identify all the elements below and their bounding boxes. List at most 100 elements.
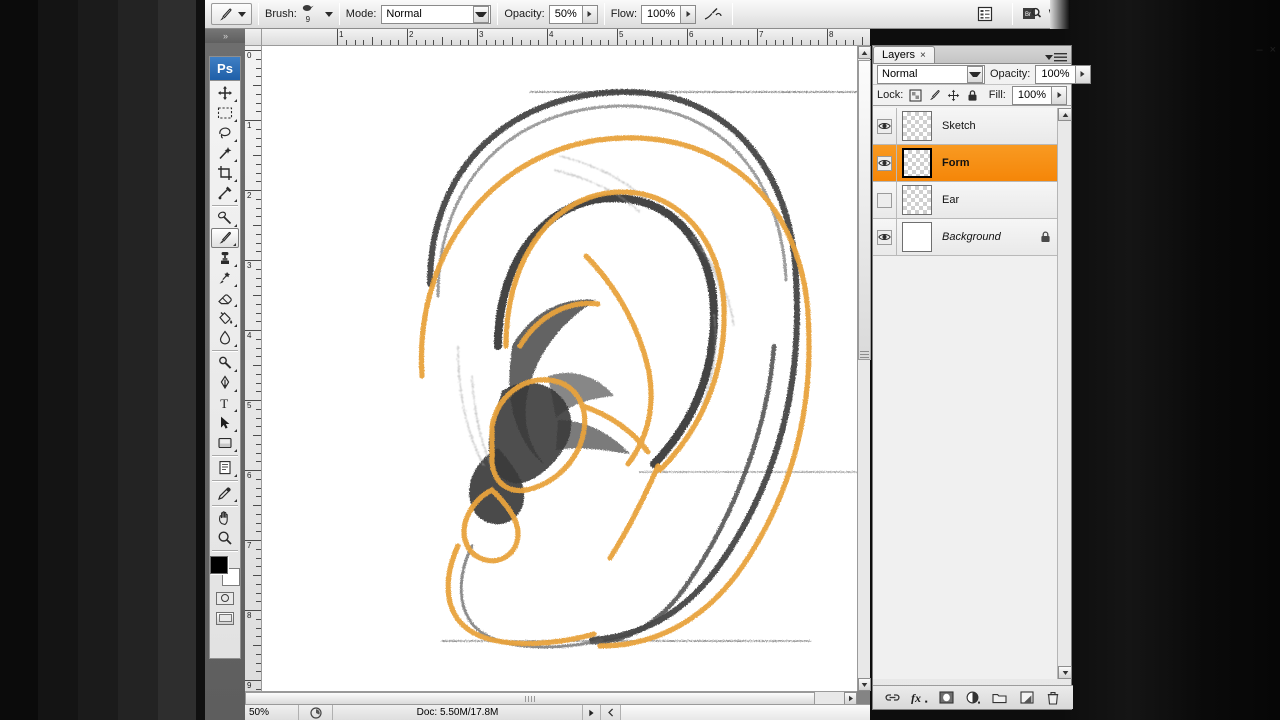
- quick-mask-toggle[interactable]: [212, 590, 238, 606]
- magic-wand-tool[interactable]: [211, 143, 239, 163]
- tool-preset-picker[interactable]: [211, 3, 252, 25]
- paint-bucket-tool[interactable]: [211, 308, 239, 328]
- eraser-tool[interactable]: [211, 288, 239, 308]
- chevron-down-icon[interactable]: [967, 65, 983, 83]
- move-tool[interactable]: [211, 83, 239, 103]
- lock-image-icon[interactable]: [928, 89, 941, 102]
- blend-mode-select[interactable]: Normal: [381, 4, 492, 24]
- layer-row-ear[interactable]: Ear: [873, 181, 1059, 219]
- zoom-level-field[interactable]: 50%: [245, 704, 299, 720]
- expand-dock-button[interactable]: »: [205, 29, 245, 43]
- layer-name[interactable]: Ear: [942, 194, 959, 206]
- link-layers-button[interactable]: [882, 689, 902, 707]
- flow-slider-arrow-icon[interactable]: [680, 5, 696, 23]
- opacity-slider-arrow-icon[interactable]: [581, 5, 597, 23]
- document-size-value: Doc: 5.50M/17.8M: [416, 707, 499, 718]
- ruler-minor-tick: [625, 40, 627, 45]
- layer-name[interactable]: Sketch: [942, 120, 976, 132]
- close-button[interactable]: ×: [1270, 45, 1276, 56]
- pen-tool[interactable]: [211, 373, 239, 393]
- layer-row-form[interactable]: Form: [873, 144, 1059, 182]
- airbrush-toggle-button[interactable]: [700, 2, 726, 26]
- layer-fill-input[interactable]: 100%: [1011, 85, 1067, 105]
- lock-transparency-icon[interactable]: [909, 88, 922, 102]
- document-info[interactable]: Doc: 5.50M/17.8M: [333, 704, 583, 720]
- layer-name[interactable]: Form: [942, 157, 970, 169]
- layer-row-sketch[interactable]: Sketch: [873, 107, 1059, 145]
- canvas-viewport[interactable]: [262, 46, 857, 691]
- layer-style-button[interactable]: fx: [909, 689, 929, 707]
- opacity-slider-arrow-icon[interactable]: [1074, 65, 1090, 83]
- dodge-tool[interactable]: [211, 353, 239, 373]
- close-icon[interactable]: ×: [920, 50, 926, 61]
- clone-stamp-tool[interactable]: [211, 248, 239, 268]
- marquee-tool[interactable]: [211, 103, 239, 123]
- scroll-up-button[interactable]: [858, 46, 871, 59]
- lock-all-icon[interactable]: [966, 89, 979, 102]
- ruler-minor-tick: [380, 40, 382, 45]
- new-layer-button[interactable]: [1017, 689, 1037, 707]
- minimize-button[interactable]: –: [1256, 45, 1262, 56]
- canvas-horizontal-scrollbar[interactable]: [245, 691, 857, 705]
- layer-row-background[interactable]: Background: [873, 218, 1059, 256]
- notes-tool[interactable]: [211, 458, 239, 478]
- new-group-button[interactable]: [990, 689, 1010, 707]
- layer-visibility-toggle[interactable]: [873, 144, 897, 182]
- blur-tool[interactable]: [211, 328, 239, 348]
- go-to-bridge-button[interactable]: Br: [1019, 2, 1045, 26]
- type-tool[interactable]: T: [211, 393, 239, 413]
- canvas-vertical-scrollbar[interactable]: [857, 46, 871, 691]
- ruler-corner[interactable]: [245, 29, 262, 46]
- adjustment-layer-button[interactable]: [963, 689, 983, 707]
- horizontal-ruler[interactable]: 1 2 3 4 5 6 7 8: [262, 29, 870, 46]
- lasso-tool[interactable]: [211, 123, 239, 143]
- crop-tool[interactable]: [211, 163, 239, 183]
- layer-thumbnail[interactable]: [902, 222, 932, 252]
- layers-scroll-down-button[interactable]: [1058, 666, 1072, 679]
- opacity-input[interactable]: 50%: [548, 4, 598, 24]
- fill-slider-arrow-icon[interactable]: [1051, 86, 1066, 104]
- panel-menu-button[interactable]: [1045, 52, 1071, 63]
- tab-layers[interactable]: Layers ×: [873, 46, 935, 63]
- layers-scrollbar[interactable]: [1057, 108, 1072, 679]
- hand-tool[interactable]: [211, 508, 239, 528]
- rectangle-shape-tool[interactable]: [211, 433, 239, 453]
- eyedropper-tool[interactable]: [211, 483, 239, 503]
- add-layer-mask-button[interactable]: [936, 689, 956, 707]
- path-selection-tool[interactable]: [211, 413, 239, 433]
- layer-visibility-toggle[interactable]: [873, 181, 897, 219]
- zoom-tool[interactable]: [211, 528, 239, 548]
- chevron-down-icon[interactable]: [473, 5, 490, 23]
- screen-mode-toggle[interactable]: [212, 610, 238, 626]
- layer-thumbnail[interactable]: [902, 185, 932, 215]
- lock-position-icon[interactable]: [947, 89, 960, 102]
- brush-preset-picker[interactable]: 9: [297, 1, 319, 27]
- history-brush-tool[interactable]: [211, 268, 239, 288]
- vertical-scroll-thumb[interactable]: [858, 60, 871, 360]
- options-bar-clip: [1050, 0, 1069, 29]
- layer-opacity-input[interactable]: 100%: [1035, 64, 1091, 84]
- brush-tool[interactable]: [211, 228, 239, 248]
- delete-layer-button[interactable]: [1043, 689, 1063, 707]
- healing-brush-tool[interactable]: [211, 208, 239, 228]
- layer-visibility-toggle[interactable]: [873, 218, 897, 256]
- status-prev-button[interactable]: [601, 704, 621, 720]
- layers-scroll-up-button[interactable]: [1058, 108, 1072, 121]
- vertical-ruler[interactable]: 0 1 2 3 4 5 6 7 8 9: [245, 46, 262, 720]
- color-swatches[interactable]: [210, 556, 240, 586]
- layer-name[interactable]: Background: [942, 231, 1001, 243]
- foreground-color-swatch[interactable]: [210, 556, 228, 574]
- layer-thumbnail[interactable]: [902, 111, 932, 141]
- layer-visibility-toggle[interactable]: [873, 107, 897, 145]
- toggle-palettes-button[interactable]: [972, 2, 998, 26]
- slice-tool[interactable]: [211, 183, 239, 203]
- document-canvas[interactable]: [262, 46, 857, 691]
- status-next-button[interactable]: [583, 704, 601, 720]
- layer-list[interactable]: Sketch Form Ear Background: [873, 107, 1059, 679]
- divider: [258, 3, 259, 25]
- layer-thumbnail[interactable]: [902, 148, 932, 178]
- brush-preset-chevron-icon[interactable]: [324, 11, 333, 17]
- flow-input[interactable]: 100%: [641, 4, 697, 24]
- scroll-down-button[interactable]: [858, 678, 871, 691]
- layer-blend-mode-select[interactable]: Normal: [877, 64, 985, 84]
